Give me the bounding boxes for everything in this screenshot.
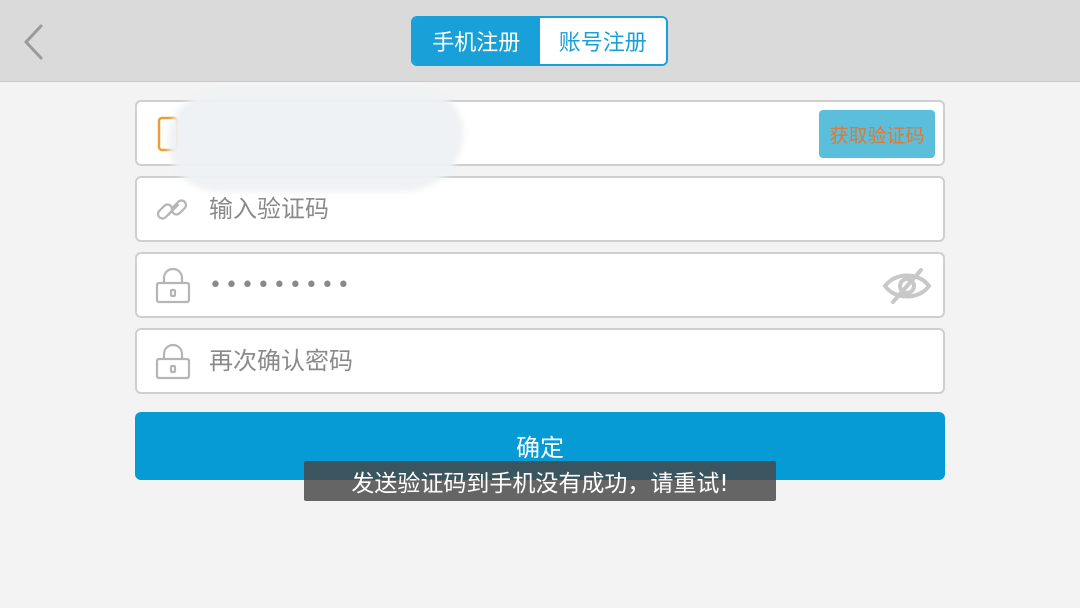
confirm-button-label: 确定 (516, 433, 564, 462)
lock-icon (153, 266, 193, 306)
error-toast: 发送验证码到手机没有成功，请重试! (304, 461, 776, 501)
get-code-button[interactable]: 获取验证码 (819, 110, 935, 158)
top-bar: 手机注册 账号注册 (0, 0, 1080, 82)
link-icon (153, 190, 193, 230)
toast-message: 发送验证码到手机没有成功，请重试! (351, 471, 729, 497)
password-input[interactable] (207, 254, 847, 316)
password-field (135, 252, 945, 318)
confirm-password-input[interactable] (207, 330, 907, 392)
chevron-left-icon (24, 24, 43, 60)
redaction-blur (168, 92, 464, 192)
confirm-password-field (135, 328, 945, 394)
tab-phone-register[interactable]: 手机注册 (413, 18, 540, 64)
password-visibility-toggle[interactable] (881, 266, 933, 306)
back-button[interactable] (14, 18, 54, 66)
register-type-tabs: 手机注册 账号注册 (411, 16, 668, 66)
eye-off-icon (882, 268, 932, 304)
lock-icon (153, 342, 193, 382)
tab-account-register[interactable]: 账号注册 (539, 18, 666, 64)
